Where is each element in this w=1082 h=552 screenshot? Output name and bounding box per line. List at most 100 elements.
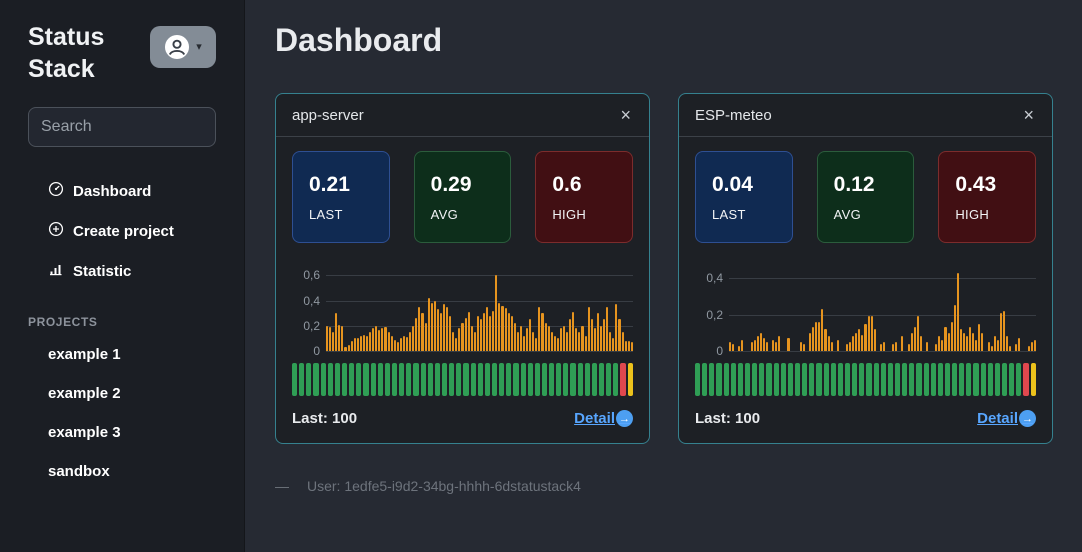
- status-bar-up: [613, 363, 619, 396]
- chart-bar: [879, 343, 882, 351]
- sidebar-item-dashboard[interactable]: Dashboard: [28, 171, 216, 211]
- status-bar-up: [349, 363, 355, 396]
- status-bar-up: [923, 363, 929, 396]
- status-bar-up: [441, 363, 448, 396]
- arrow-right-circle-icon: →: [1019, 410, 1036, 427]
- status-bar-up: [873, 363, 879, 396]
- caret-down-icon: ▾: [196, 40, 202, 53]
- sidebar-item-create-project[interactable]: Create project: [28, 211, 216, 251]
- status-bar-up: [434, 363, 440, 396]
- chart-bar: [901, 336, 904, 351]
- chart-bar: [587, 306, 590, 351]
- chart-bar: [593, 328, 596, 351]
- y-axis-tick-label: 0,2: [706, 307, 723, 322]
- chart-bar: [544, 323, 547, 351]
- status-bar-up: [463, 363, 469, 396]
- chart-bar: [446, 306, 449, 351]
- status-bar-up: [406, 363, 412, 396]
- chart-bar: [596, 313, 599, 351]
- chart-bar: [799, 341, 802, 351]
- chart-bar: [569, 319, 572, 351]
- project-item-sandbox[interactable]: sandbox: [28, 452, 216, 491]
- gridline: [729, 351, 1036, 352]
- detail-link[interactable]: Detail →: [977, 410, 1036, 427]
- chart-bar: [1009, 345, 1012, 351]
- chart-bar: [836, 340, 839, 351]
- status-bar-up: [563, 363, 569, 396]
- status-bar-warn: [627, 363, 633, 396]
- sidebar-item-statistic[interactable]: Statistic: [28, 251, 216, 291]
- stat-box-last: 0.21 LAST: [292, 151, 390, 243]
- chart-bar: [996, 340, 999, 351]
- status-bar-up: [737, 363, 743, 396]
- user-menu-button[interactable]: ▾: [150, 26, 216, 68]
- cards-row: app-server × 0.21 LAST 0.29 AVG 0.6 HIGH: [275, 93, 1053, 444]
- close-icon[interactable]: ×: [618, 106, 633, 124]
- chart-bar: [387, 332, 390, 351]
- chart-bar: [541, 313, 544, 351]
- chart-bar: [516, 332, 519, 351]
- chart-bar: [510, 315, 513, 351]
- status-bar-up: [723, 363, 729, 396]
- chart-bar: [910, 332, 913, 351]
- stat-value: 0.04: [712, 172, 753, 196]
- chart-bar: [1033, 340, 1036, 351]
- project-item-example-1[interactable]: example 1: [28, 335, 216, 374]
- chart-bar: [335, 313, 338, 351]
- plus-circle-icon: [48, 221, 64, 241]
- chart-bar: [529, 319, 532, 351]
- chart-bar: [369, 332, 372, 351]
- status-bar-warn: [1030, 363, 1036, 396]
- chart-bar: [421, 313, 424, 351]
- chart-bar: [1027, 345, 1030, 351]
- status-bar-up: [944, 363, 951, 396]
- footnote-dash: —: [275, 478, 289, 494]
- detail-link[interactable]: Detail →: [574, 410, 633, 427]
- status-bar-up: [844, 363, 851, 396]
- load-bar-chart: 0 0,2 0,4: [706, 269, 1036, 358]
- chart-bar: [812, 327, 815, 351]
- chart-bar: [473, 332, 476, 351]
- status-bar-up: [744, 363, 751, 396]
- chart-bar: [944, 327, 947, 351]
- chart-bar: [738, 345, 741, 351]
- close-icon[interactable]: ×: [1021, 106, 1036, 124]
- search-input[interactable]: [28, 107, 216, 147]
- status-bar-up: [773, 363, 779, 396]
- status-bar-up: [759, 363, 765, 396]
- chart-bar: [870, 316, 873, 351]
- status-bar-up: [341, 363, 348, 396]
- status-bar-up: [766, 363, 772, 396]
- bars-container: [326, 269, 633, 351]
- status-bar-up: [909, 363, 915, 396]
- status-bar-up: [787, 363, 793, 396]
- chart-bar: [338, 324, 341, 351]
- chart-bar: [461, 323, 464, 351]
- y-axis-tick-label: 0,2: [303, 318, 320, 333]
- chart-bar: [332, 332, 335, 351]
- status-bar-up: [356, 363, 362, 396]
- chart-bar: [418, 306, 421, 351]
- main-content: Dashboard app-server × 0.21 LAST 0.29 AV…: [245, 0, 1082, 552]
- status-bar-up: [695, 363, 701, 396]
- projects-list: example 1 example 2 example 3 sandbox: [28, 335, 216, 491]
- chart-bar: [882, 341, 885, 351]
- chart-bar: [412, 325, 415, 351]
- stat-box-avg: 0.29 AVG: [413, 151, 512, 243]
- status-bar-up: [880, 363, 886, 396]
- chart-bar: [772, 340, 775, 351]
- chart-bar: [486, 306, 489, 351]
- chart-bar: [1006, 336, 1009, 351]
- project-item-example-2[interactable]: example 2: [28, 374, 216, 413]
- project-item-example-3[interactable]: example 3: [28, 413, 216, 452]
- chart-bar: [624, 340, 627, 351]
- chart-bar: [384, 327, 387, 351]
- chart-bar: [458, 328, 461, 351]
- chart-bar: [895, 341, 898, 351]
- chart-bar: [612, 338, 615, 351]
- chart-bar: [849, 341, 852, 351]
- status-bar-up: [959, 363, 965, 396]
- chart-bar: [409, 332, 412, 351]
- stats-row: 0.21 LAST 0.29 AVG 0.6 HIGH: [292, 151, 634, 243]
- chart-bar: [775, 341, 778, 351]
